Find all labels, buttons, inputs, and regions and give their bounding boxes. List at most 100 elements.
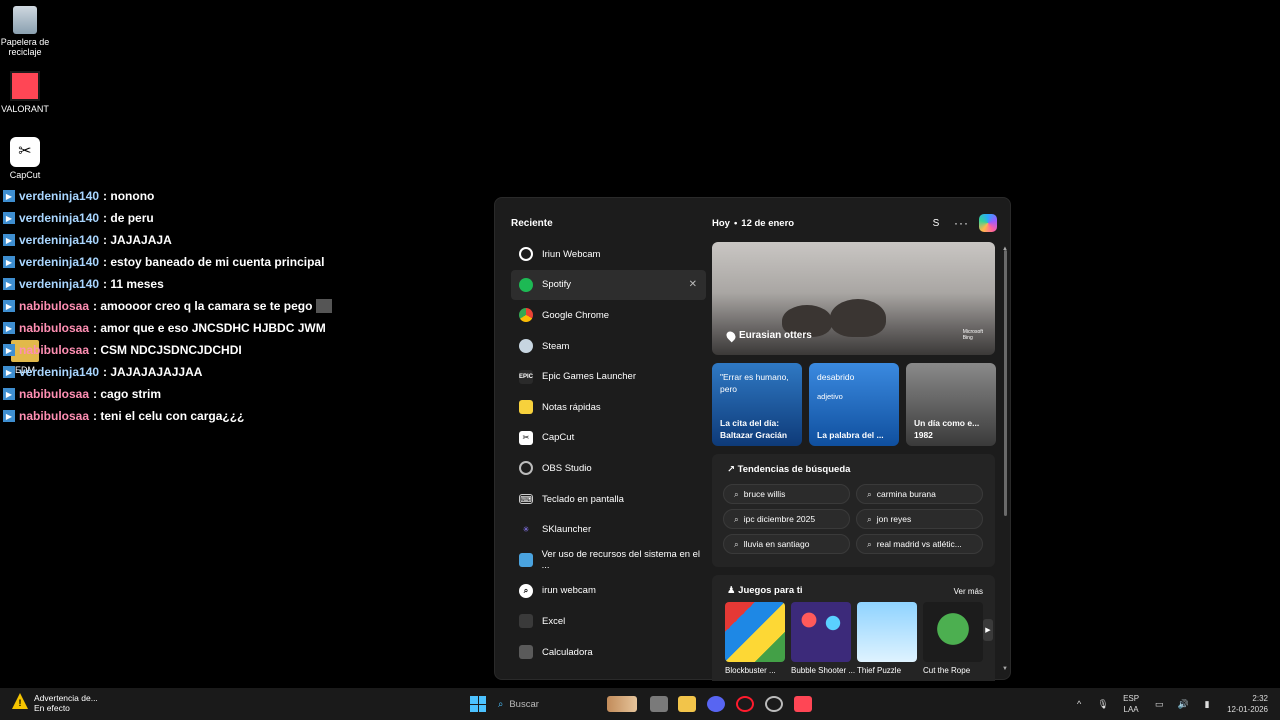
card-bottom-text: La palabra del ... xyxy=(817,430,884,440)
battery-icon[interactable]: ▮ xyxy=(1201,699,1213,709)
chat-message: ▶ nabibulosaa: teni el celu con carga¿¿¿ xyxy=(3,405,343,427)
recent-item-resource-monitor[interactable]: Ver uso de recursos del sistema en el ..… xyxy=(511,545,706,576)
recent-item-label: irun webcam xyxy=(542,585,596,597)
valorant-taskbar-icon[interactable] xyxy=(794,696,812,712)
quote-card[interactable]: "Errar es humano, pero La cita del día: … xyxy=(712,363,802,446)
game-thumbnail xyxy=(725,602,785,662)
chat-text: : amor que e eso JNCSDHC HJBDC JWM xyxy=(93,321,326,335)
recent-item-label: Spotify xyxy=(542,279,572,291)
close-icon[interactable]: ✕ xyxy=(689,279,697,290)
trend-chip[interactable]: ⌕ lluvia en santiago xyxy=(723,534,850,554)
desktop-icon-label: VALORANT xyxy=(1,104,49,114)
recent-item-obs-studio[interactable]: OBS Studio xyxy=(511,453,706,484)
scroll-down-icon[interactable]: ▼ xyxy=(1002,666,1008,672)
desktop-icon-label: CapCut xyxy=(9,170,41,180)
chat-username: nabibulosaa xyxy=(19,299,90,313)
game-tile[interactable]: Cut the Rope xyxy=(923,602,983,675)
recent-item-spotify[interactable]: Spotify ✕ xyxy=(511,269,706,301)
trend-chip[interactable]: ⌕ carmina burana xyxy=(856,484,983,504)
valorant-shortcut[interactable]: VALORANT xyxy=(0,71,50,114)
chat-message: ▶ nabibulosaa: cago strim xyxy=(3,383,343,405)
recent-item-label: Ver uso de recursos del sistema en el ..… xyxy=(541,549,701,572)
search-icon: ⌕ xyxy=(734,513,739,524)
recent-item-iriun-webcam[interactable]: Iriun Webcam xyxy=(511,239,706,270)
word-card[interactable]: desabrido adjetivo La palabra del ... xyxy=(809,363,899,446)
recent-item-irun-webcam-search[interactable]: ⌕ irun webcam xyxy=(511,576,706,607)
task-view-icon[interactable] xyxy=(650,696,668,712)
epic-icon: EPIC xyxy=(519,369,533,384)
search-trends: ↗ Tendencias de búsqueda ⌕ bruce willis ⌕… xyxy=(712,454,995,567)
today-header: Hoy • 12 de enero xyxy=(712,218,795,229)
profile-button[interactable]: S xyxy=(928,215,944,231)
twitch-icon: ▶ xyxy=(3,190,15,202)
opera-icon[interactable] xyxy=(736,696,754,712)
game-tile[interactable]: Blockbuster ... xyxy=(725,602,785,675)
twitch-icon: ▶ xyxy=(3,256,15,268)
game-thumbnail xyxy=(857,602,917,662)
recent-item-sticky-notes[interactable]: Notas rápidas xyxy=(511,392,706,423)
card-bottom-text: Un día como e... 1982 xyxy=(914,418,980,440)
clock[interactable]: 2:32 12-01-2026 xyxy=(1227,693,1268,715)
game-thumbnail xyxy=(923,602,983,662)
trend-chip[interactable]: ⌕ jon reyes xyxy=(856,509,983,529)
twitch-icon: ▶ xyxy=(3,234,15,246)
chat-username: verdeninja140 xyxy=(19,211,100,225)
widgets-icon[interactable] xyxy=(607,696,637,712)
file-explorer-icon[interactable] xyxy=(678,696,696,712)
recent-item-excel[interactable]: Excel xyxy=(511,606,706,637)
trend-chip[interactable]: ⌕ ipc diciembre 2025 xyxy=(723,509,850,529)
taskbar: ! Advertencia de... En efecto ⌕ Buscar ^… xyxy=(0,688,1280,720)
recent-item-capcut[interactable]: ✂ CapCut xyxy=(511,423,706,454)
hero-image-card[interactable]: Eurasian otters Microsoft Bing xyxy=(712,242,995,355)
more-options-icon[interactable]: ··· xyxy=(954,216,969,230)
volume-icon[interactable]: 🔊 xyxy=(1177,699,1189,709)
game-tile[interactable]: Bubble Shooter ... xyxy=(791,602,855,675)
games-heading: ♟ Juegos para ti xyxy=(727,585,803,596)
chat-text: : cago strim xyxy=(93,387,162,401)
discord-icon[interactable] xyxy=(707,696,725,712)
card-bottom-text: La cita del día: Baltazar Gracián xyxy=(720,418,788,440)
copilot-icon[interactable] xyxy=(979,214,997,232)
network-icon[interactable]: ▭ xyxy=(1153,699,1165,709)
trend-chip[interactable]: ⌕ bruce willis xyxy=(723,484,850,504)
start-button[interactable] xyxy=(470,696,486,712)
weather-warning-widget[interactable]: ! Advertencia de... En efecto xyxy=(12,693,98,713)
sticky-notes-icon xyxy=(519,400,533,415)
taskbar-search-input[interactable]: ⌕ Buscar xyxy=(498,694,598,714)
chevron-right-icon[interactable]: ▶ xyxy=(983,619,993,641)
twitch-icon: ▶ xyxy=(3,300,15,312)
valorant-icon xyxy=(10,71,40,101)
recent-item-steam[interactable]: Steam xyxy=(511,331,706,362)
scrollbar[interactable] xyxy=(1004,250,1007,516)
chat-username: verdeninja140 xyxy=(19,233,100,247)
calculator-icon xyxy=(519,645,533,660)
keyboard-layout: LAA xyxy=(1123,705,1139,714)
microphone-icon[interactable]: 🎙 xyxy=(1097,699,1109,709)
chat-username: nabibulosaa xyxy=(19,409,90,423)
search-icon: ⌕ xyxy=(867,488,872,499)
recent-item-epic-games[interactable]: EPIC Epic Games Launcher xyxy=(511,361,706,392)
chevron-up-icon[interactable]: ^ xyxy=(1073,699,1085,709)
recycle-bin-shortcut[interactable]: Papelera de reciclaje xyxy=(0,6,50,57)
recent-item-sklauncher[interactable]: ✳ SKlauncher xyxy=(511,514,706,545)
recent-item-calculator[interactable]: Calculadora xyxy=(511,637,706,668)
search-icon: ⌕ xyxy=(734,488,739,499)
trend-chip[interactable]: ⌕ real madrid vs atlétic... xyxy=(856,534,983,554)
capcut-shortcut[interactable]: ✂ CapCut xyxy=(0,137,50,180)
obs-taskbar-icon[interactable] xyxy=(765,696,783,712)
game-tile[interactable]: Thief Puzzle xyxy=(857,602,917,675)
twitch-icon: ▶ xyxy=(3,212,15,224)
history-card[interactable]: Un día como e... 1982 xyxy=(906,363,996,446)
see-more-link[interactable]: Ver más xyxy=(954,587,983,596)
twitch-icon: ▶ xyxy=(3,322,15,334)
recent-item-on-screen-keyboard[interactable]: ⌨ Teclado en pantalla xyxy=(511,484,706,515)
search-icon: ⌕ xyxy=(519,583,533,598)
recent-item-google-chrome[interactable]: Google Chrome xyxy=(511,300,706,331)
recycle-bin-icon xyxy=(13,6,37,34)
chat-message: ▶ verdeninja140: estoy baneado de mi cuen… xyxy=(3,251,343,273)
chat-message: ▶ verdeninja140: de peru xyxy=(3,207,343,229)
language-indicator[interactable]: ESP LAA xyxy=(1123,693,1139,715)
clock-date: 12-01-2026 xyxy=(1227,705,1268,714)
desktop-icon-label: Papelera de reciclaje xyxy=(0,37,50,57)
twitch-icon: ▶ xyxy=(3,278,15,290)
